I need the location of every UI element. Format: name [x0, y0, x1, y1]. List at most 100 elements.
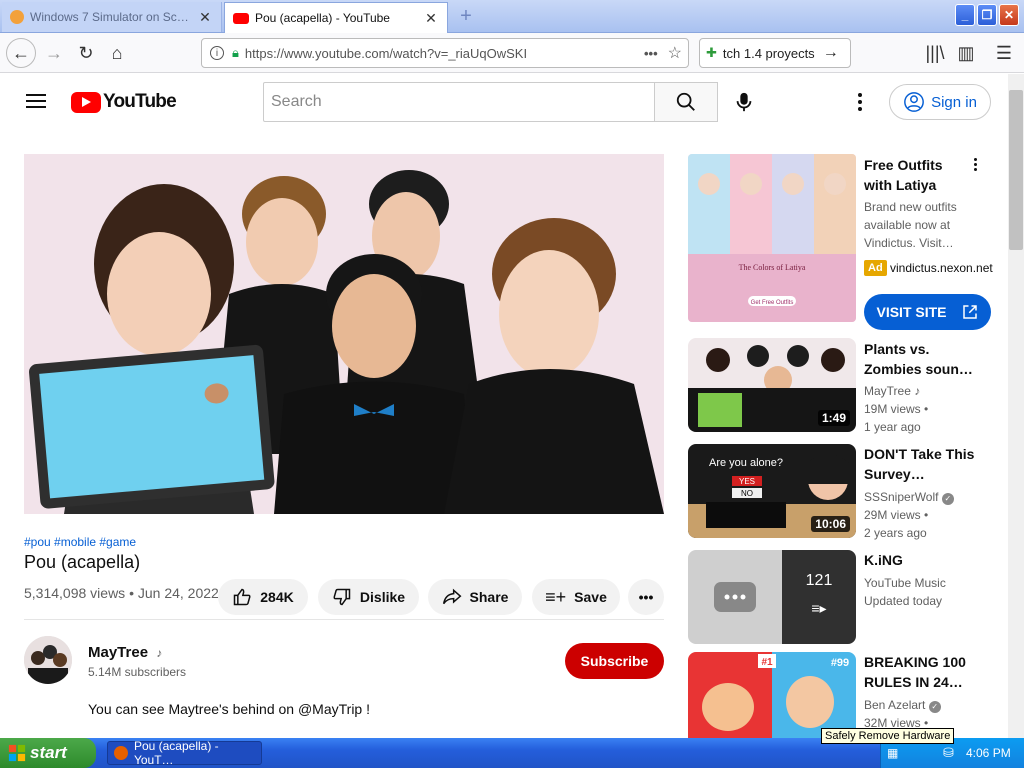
scratch-favicon-icon: [10, 10, 24, 24]
dislike-button[interactable]: Dislike: [318, 579, 419, 615]
start-label: start: [30, 743, 67, 762]
video-thumbnail[interactable]: #1 #99: [688, 652, 856, 738]
video-player[interactable]: [24, 154, 664, 514]
playlist-count: 121: [805, 572, 833, 589]
visit-site-label: VISIT SITE: [876, 304, 947, 320]
ad-image: The Colors of Latiya Get Free Outfits: [688, 154, 856, 322]
home-icon[interactable]: ⌂: [103, 39, 131, 67]
maximize-button[interactable]: ❐: [977, 4, 997, 26]
ad-description: Brand new outfits available now at Vindi…: [864, 200, 957, 250]
tab-windows7-simulator[interactable]: Windows 7 Simulator on Scratch ✕: [2, 2, 222, 32]
thumbs-down-icon: [333, 588, 351, 606]
share-button[interactable]: Share: [428, 579, 522, 615]
thumbnail-image: [688, 550, 856, 644]
channel-name[interactable]: MayTree ♪: [88, 644, 162, 661]
guide-menu-icon[interactable]: [26, 94, 46, 108]
sign-in-button[interactable]: Sign in: [889, 84, 991, 120]
forward-arrow-icon[interactable]: →: [40, 39, 68, 67]
video-hashtags[interactable]: #pou #mobile #game: [24, 535, 136, 549]
sidebar-video-title[interactable]: Plants vs. Zombies soun…: [864, 339, 982, 379]
search-icon: [676, 92, 695, 111]
sidebar-channel: YouTube Music: [864, 576, 946, 590]
video-description[interactable]: You can see Maytree's behind on @MayTrip…: [88, 701, 370, 717]
back-arrow-icon[interactable]: ←: [6, 38, 36, 68]
close-tab-icon[interactable]: ✕: [423, 10, 439, 27]
ad-badge: Ad: [864, 260, 887, 276]
sidebar-video-title[interactable]: DON'T Take This Survey…: [864, 444, 982, 484]
sidebar-age: 2 years ago: [864, 526, 927, 540]
more-actions-button[interactable]: •••: [628, 579, 664, 615]
badge-1: #1: [761, 657, 773, 668]
close-tab-icon[interactable]: ✕: [197, 9, 213, 26]
channel-label: MayTree: [864, 384, 911, 398]
keyboard-icon[interactable]: ▦: [887, 746, 898, 760]
microphone-icon: [736, 92, 752, 112]
badge-99: #99: [831, 657, 849, 669]
hamburger-menu-icon[interactable]: ☰: [990, 39, 1018, 67]
view-count-date: 5,314,098 views • Jun 24, 2022: [24, 585, 219, 601]
minimize-button[interactable]: _: [955, 4, 975, 26]
bookmark-item[interactable]: ✚ tch 1.4 proyects →: [699, 38, 851, 68]
sidebar-channel: SSSniperWolf ✓: [864, 488, 1004, 506]
sidebar-video-title[interactable]: BREAKING 100 RULES IN 24…: [864, 652, 982, 692]
info-icon[interactable]: i: [210, 46, 224, 60]
channel-label: SSSniperWolf: [864, 490, 939, 504]
ad-thumbnail[interactable]: The Colors of Latiya Get Free Outfits: [688, 154, 856, 322]
thumb-no: NO: [741, 489, 753, 498]
youtube-favicon-icon: [233, 12, 249, 24]
library-icon[interactable]: |||\: [921, 39, 949, 67]
video-title: Pou (acapella): [24, 552, 141, 572]
voice-search-button[interactable]: [728, 86, 760, 118]
ad-caption-cta: Get Free Outfits: [751, 300, 794, 306]
visit-site-button[interactable]: VISIT SITE: [864, 294, 991, 330]
video-thumbnail[interactable]: 1:49: [688, 338, 856, 432]
taskbar-clock[interactable]: 4:06 PM: [966, 746, 1011, 760]
bookmark-star-icon[interactable]: ☆: [668, 43, 682, 63]
tray-tooltip: Safely Remove Hardware: [821, 728, 955, 744]
save-button[interactable]: ≡+ Save: [532, 579, 620, 615]
search-button[interactable]: [654, 82, 718, 122]
ad-title[interactable]: Free Outfits with Latiya: [864, 155, 974, 195]
channel-avatar[interactable]: [24, 636, 72, 684]
youtube-logo[interactable]: YouTube: [71, 91, 177, 113]
tab-youtube-pou[interactable]: Pou (acapella) - YouTube ✕: [224, 2, 448, 33]
browser-tab-strip: Windows 7 Simulator on Scratch ✕ Pou (ac…: [0, 0, 1024, 33]
youtube-logo-text: YouTube: [103, 91, 177, 112]
ad-domain: vindictus.nexon.net: [890, 261, 993, 275]
sign-in-label: Sign in: [931, 93, 977, 111]
safely-remove-hardware-icon[interactable]: ⛁: [943, 745, 954, 761]
scrollbar-thumb[interactable]: [1009, 90, 1023, 250]
search-input[interactable]: Search: [263, 82, 655, 122]
close-window-button[interactable]: ✕: [999, 4, 1019, 26]
thumb-text: Are you alone?: [709, 457, 783, 469]
video-duration: 10:06: [811, 516, 850, 532]
music-note-icon: ♪: [914, 384, 921, 398]
firefox-icon: [114, 746, 128, 760]
new-tab-icon[interactable]: +: [455, 5, 477, 28]
ad-caption-small: The Colors of Latiya: [739, 263, 806, 272]
channel-name-text: MayTree: [88, 644, 149, 661]
bookmark-label: tch 1.4 proyects: [722, 45, 815, 61]
sidebar-toggle-icon[interactable]: ▥: [952, 39, 980, 67]
thumbs-up-icon: [234, 588, 251, 606]
settings-more-icon[interactable]: [850, 88, 870, 116]
search-placeholder: Search: [271, 93, 322, 110]
channel-label: Ben Azelart: [864, 698, 926, 712]
sidebar-updated: Updated today: [864, 594, 943, 608]
ad-more-icon[interactable]: [970, 158, 980, 174]
page-actions-icon[interactable]: •••: [644, 46, 658, 61]
thumbnail-image: #1 #99: [688, 652, 856, 738]
reload-icon[interactable]: ↻: [72, 39, 100, 67]
puzzle-icon: ✚: [706, 45, 717, 60]
like-button[interactable]: 284K: [218, 579, 308, 615]
sidebar-video-title[interactable]: K.iNG: [864, 550, 982, 570]
start-button[interactable]: start: [0, 738, 96, 768]
playlist-thumbnail[interactable]: 121 ≡▸: [688, 550, 856, 644]
save-label: Save: [574, 589, 607, 605]
taskbar-window-item[interactable]: Pou (acapella) - YouT…: [107, 739, 262, 767]
subscribe-button[interactable]: Subscribe: [565, 643, 664, 679]
external-link-icon: [962, 305, 977, 319]
url-bar[interactable]: i 🔒︎ https://www.youtube.com/watch?v=_ri…: [201, 38, 689, 68]
sidebar-channel: Ben Azelart ✓: [864, 696, 1004, 714]
video-thumbnail[interactable]: Are you alone? YES NO 10:06: [688, 444, 856, 538]
